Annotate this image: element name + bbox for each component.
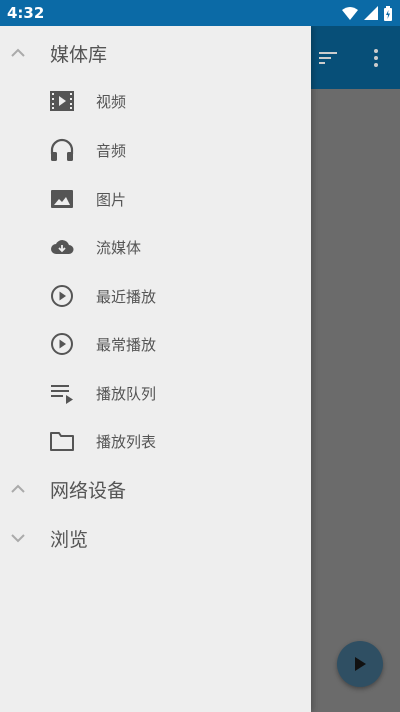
headphones-icon <box>50 138 74 161</box>
nav-item-pictures[interactable]: 图片 <box>0 177 311 221</box>
wifi-icon <box>342 7 358 20</box>
section-title: 浏览 <box>50 529 89 551</box>
cloud-download-icon <box>51 240 74 254</box>
chevron-down-icon <box>11 534 25 543</box>
play-fab[interactable] <box>337 641 383 687</box>
navigation-drawer: 媒体库 视频 音频 图片 流媒体 最近播放 最常播放 播放队列 播放列表 网络设… <box>0 26 311 712</box>
nav-item-label: 播放队列 <box>96 385 157 403</box>
nav-item-audio[interactable]: 音频 <box>0 128 311 172</box>
nav-item-label: 最常播放 <box>96 336 157 354</box>
chevron-up-icon <box>11 48 25 57</box>
section-title: 网络设备 <box>50 480 127 502</box>
nav-item-label: 音频 <box>96 142 127 160</box>
nav-item-label: 播放列表 <box>96 433 157 451</box>
battery-icon <box>384 5 392 21</box>
section-header-network-devices[interactable]: 网络设备 <box>0 469 311 509</box>
video-icon <box>50 91 74 111</box>
nav-item-most-played[interactable]: 最常播放 <box>0 322 311 366</box>
nav-item-label: 流媒体 <box>96 239 142 257</box>
image-icon <box>51 190 73 208</box>
section-header-media-library[interactable]: 媒体库 <box>0 33 311 73</box>
nav-item-playlists[interactable]: 播放列表 <box>0 419 311 463</box>
play-circle-icon <box>51 285 73 307</box>
nav-item-label: 图片 <box>96 191 127 209</box>
folder-icon <box>50 432 74 451</box>
chevron-up-icon <box>11 484 25 493</box>
nav-item-recently-played[interactable]: 最近播放 <box>0 274 311 318</box>
sort-icon[interactable] <box>316 46 340 70</box>
nav-item-label: 视频 <box>96 93 127 111</box>
more-vert-icon[interactable] <box>364 46 388 70</box>
signal-icon <box>364 6 378 20</box>
status-bar: 4:32 <box>0 0 400 26</box>
nav-item-video[interactable]: 视频 <box>0 79 311 123</box>
play-circle-icon <box>51 333 73 355</box>
nav-item-play-queue[interactable]: 播放队列 <box>0 371 311 415</box>
nav-item-label: 最近播放 <box>96 288 157 306</box>
queue-icon <box>51 385 73 404</box>
play-icon <box>355 657 366 671</box>
nav-item-streaming[interactable]: 流媒体 <box>0 225 311 269</box>
section-header-browse[interactable]: 浏览 <box>0 518 311 558</box>
status-icons <box>342 5 392 21</box>
status-time: 4:32 <box>7 4 45 22</box>
section-title: 媒体库 <box>50 44 108 66</box>
